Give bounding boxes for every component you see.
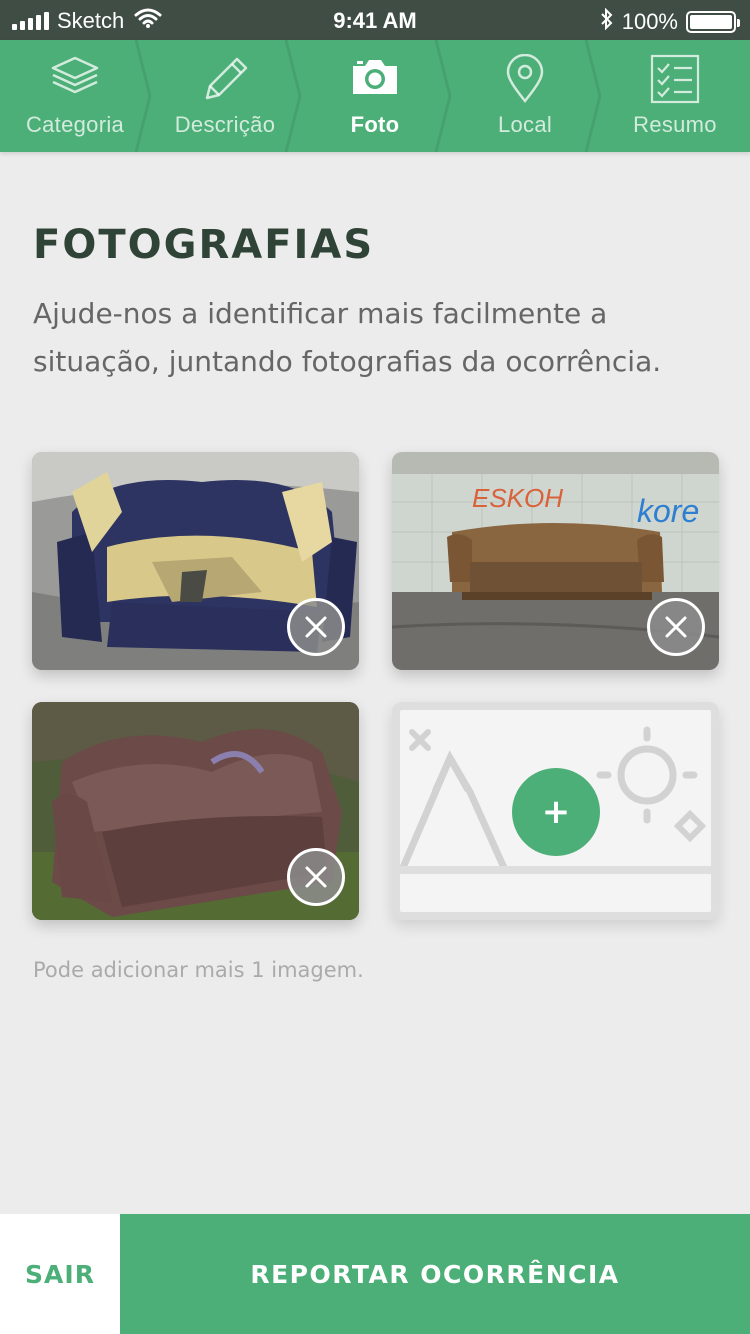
battery-level — [690, 15, 732, 29]
checklist-icon — [650, 54, 700, 108]
step-local[interactable]: Local — [450, 40, 602, 152]
step-separator — [434, 40, 452, 152]
step-separator — [134, 40, 152, 152]
plus-icon: + — [541, 792, 571, 832]
battery-percent: 100% — [621, 9, 678, 34]
close-icon — [665, 616, 687, 638]
svg-text:ESKOH: ESKOH — [472, 483, 563, 513]
step-separator — [284, 40, 302, 152]
exit-button[interactable]: SAIR — [0, 1214, 120, 1334]
svg-text:kore: kore — [637, 493, 699, 529]
bluetooth-icon — [600, 7, 614, 36]
step-label: Local — [497, 112, 553, 137]
step-label: Resumo — [633, 112, 717, 137]
step-label: Foto — [350, 112, 400, 137]
steps-nav: Categoria Descrição Foto Local Resumo — [0, 40, 750, 152]
remove-photo-button[interactable] — [287, 598, 345, 656]
photo-thumbnail[interactable]: ESKOH kore — [392, 452, 719, 670]
step-separator — [584, 40, 602, 152]
step-descricao[interactable]: Descrição — [150, 40, 302, 152]
report-occurrence-button[interactable]: REPORTAR OCORRÊNCIA — [120, 1214, 750, 1334]
page-title: FOTOGRAFIAS — [33, 222, 375, 268]
remove-photo-button[interactable] — [287, 848, 345, 906]
remaining-images-hint: Pode adicionar mais 1 imagem. — [33, 958, 364, 982]
photo-thumbnail[interactable] — [32, 452, 359, 670]
page-description: Ajude-nos a identificar mais facilmente … — [33, 297, 662, 378]
photo-thumbnail[interactable] — [32, 702, 359, 920]
remove-photo-button[interactable] — [647, 598, 705, 656]
location-pin-icon — [503, 53, 547, 108]
status-bar: Sketch 9:41 AM 100% — [0, 0, 750, 40]
step-resumo[interactable]: Resumo — [600, 40, 750, 152]
battery-icon — [686, 11, 740, 33]
bottom-action-bar: SAIR REPORTAR OCORRÊNCIA — [0, 1214, 750, 1334]
close-icon — [305, 866, 327, 888]
step-foto[interactable]: Foto — [300, 40, 452, 152]
close-icon — [305, 616, 327, 638]
step-label: Descrição — [174, 112, 276, 137]
layers-icon — [49, 54, 101, 102]
camera-icon — [349, 54, 401, 102]
step-categoria[interactable]: Categoria — [0, 40, 152, 152]
add-photo-button[interactable]: + — [512, 768, 600, 856]
pencil-icon — [199, 54, 251, 106]
step-label: Categoria — [25, 112, 125, 137]
